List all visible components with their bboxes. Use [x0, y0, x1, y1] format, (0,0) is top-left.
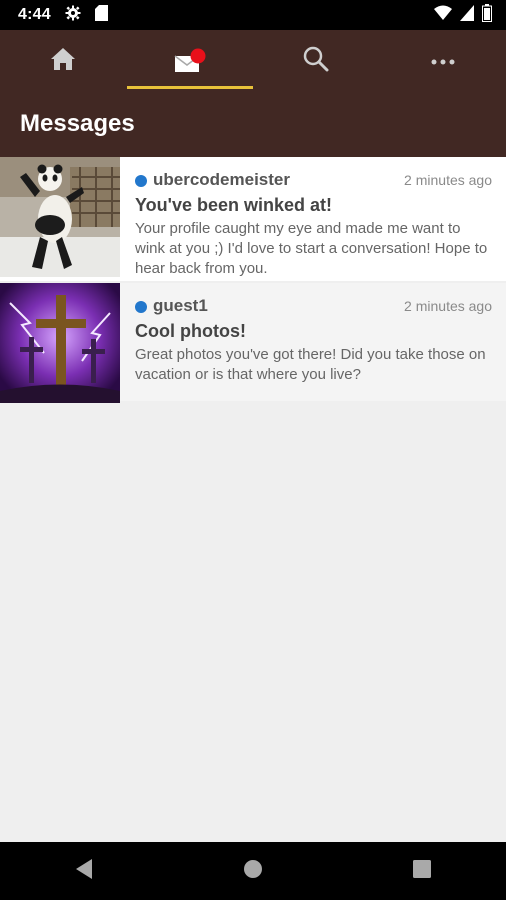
message-sender[interactable]: guest1: [153, 296, 208, 316]
home-button[interactable]: [223, 842, 283, 900]
signal-icon: [460, 4, 474, 26]
message-preview: Your profile caught my eye and made me w…: [135, 220, 488, 277]
status-bar: 4:44: [0, 0, 506, 30]
home-icon: [50, 47, 76, 76]
recents-button[interactable]: [392, 842, 452, 900]
sender-avatar[interactable]: [0, 283, 120, 403]
sender-avatar[interactable]: [0, 157, 120, 277]
recents-icon: [412, 859, 431, 883]
battery-icon: [482, 3, 492, 27]
back-button[interactable]: [54, 842, 114, 900]
message-item[interactable]: ubercodemeister 2 minutes ago You've bee…: [0, 157, 506, 283]
notification-badge: [190, 48, 206, 64]
home-circle-icon: [243, 859, 263, 884]
status-time: 4:44: [18, 6, 51, 23]
message-subject: You've been winked at!: [135, 195, 332, 215]
tab-messages[interactable]: [127, 30, 253, 92]
message-list: ubercodemeister 2 minutes ago You've bee…: [0, 157, 506, 403]
search-icon: [303, 46, 329, 77]
app-header: Messages: [0, 30, 506, 157]
tab-search[interactable]: [253, 30, 379, 92]
back-icon: [74, 858, 94, 885]
message-subject: Cool photos!: [135, 321, 246, 341]
more-icon: [431, 52, 455, 70]
gear-icon: [65, 5, 81, 26]
message-preview: Great photos you've got there! Did you t…: [135, 346, 486, 383]
message-item[interactable]: guest1 2 minutes ago Cool photos! Great …: [0, 283, 506, 403]
tab-more[interactable]: [380, 30, 506, 92]
wifi-icon: [434, 5, 452, 26]
tab-selected-indicator: [127, 86, 253, 89]
crosses-lightning-photo: [0, 283, 120, 403]
system-nav-bar: [0, 842, 506, 900]
unread-indicator: [135, 301, 147, 313]
sd-card-icon: [94, 4, 108, 26]
tab-home[interactable]: [0, 30, 126, 92]
tab-bar: [0, 30, 506, 92]
message-sender[interactable]: ubercodemeister: [153, 170, 290, 190]
message-time: 2 minutes ago: [404, 172, 492, 188]
mail-icon: [173, 48, 207, 74]
unread-indicator: [135, 175, 147, 187]
page-title: Messages: [20, 110, 135, 137]
message-time: 2 minutes ago: [404, 298, 492, 314]
panda-photo: [0, 157, 120, 277]
